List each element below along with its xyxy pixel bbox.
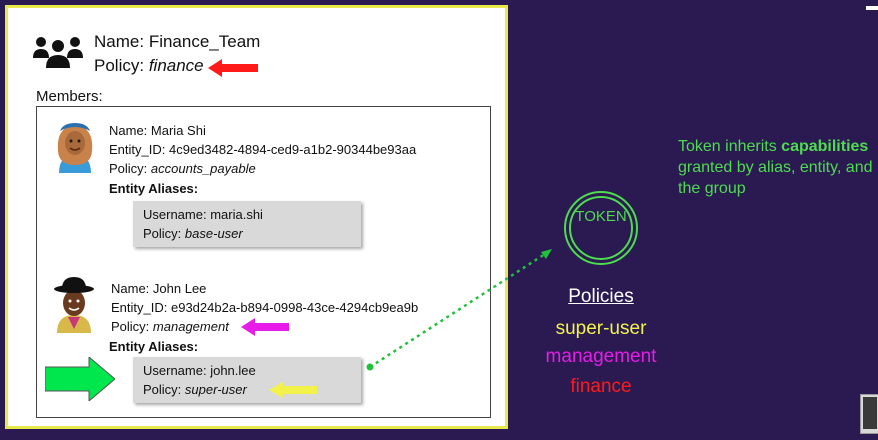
member-name: Name: John Lee	[111, 281, 207, 296]
token-circle-outer	[564, 191, 638, 265]
connector-arrowhead	[541, 249, 552, 259]
group-policy-value: finance	[148, 56, 204, 75]
alias-policy: Policy: super-user	[143, 382, 247, 397]
group-policy: Policy: finance	[94, 56, 204, 75]
inheritance-note: Token inherits capabilities granted by a…	[678, 138, 873, 197]
member-entity-id: Entity_ID: e93d24b2a-b894-0998-43ce-4294…	[111, 300, 419, 315]
corner-mark	[866, 6, 878, 10]
policy-super-user: super-user	[555, 318, 647, 339]
avatar-man-hat	[54, 277, 94, 333]
group-name: Name: Finance_Team	[94, 32, 261, 51]
alias-box: Username: john.lee Policy: super-user	[133, 357, 361, 403]
alias-username: Username: maria.shi	[143, 207, 263, 222]
member-policy: Policy: accounts_payable	[109, 161, 256, 176]
alias-policy: Policy: base-user	[143, 226, 243, 241]
group-card: Name: Finance_Team Policy: finance Membe…	[5, 5, 508, 429]
presenter-thumbnail	[860, 394, 878, 434]
member-info: Name: Maria Shi Entity_ID: 4c9ed3482-489…	[109, 121, 416, 178]
policy-finance: finance	[570, 376, 632, 397]
token-label: TOKEN	[575, 208, 627, 225]
entity-aliases-label: Entity Aliases:	[109, 181, 199, 196]
members-box: Name: Maria Shi Entity_ID: 4c9ed3482-489…	[36, 106, 491, 418]
members-label: Members:	[36, 88, 103, 105]
alias-box: Username: maria.shi Policy: base-user	[133, 201, 361, 247]
token-circle-inner	[569, 196, 633, 260]
people-group-icon	[33, 37, 83, 68]
member-name: Name: Maria Shi	[109, 123, 206, 138]
green-arrow-icon	[45, 357, 115, 401]
magenta-arrow-icon	[241, 318, 289, 336]
yellow-arrow-icon	[269, 382, 317, 398]
entity-aliases-label: Entity Aliases:	[109, 339, 199, 354]
alias-username: Username: john.lee	[143, 363, 256, 378]
red-arrow-icon	[208, 59, 258, 77]
member-entity-id: Entity_ID: 4c9ed3482-4894-ced9-a1b2-9034…	[109, 142, 417, 157]
policy-management: management	[545, 346, 657, 367]
policies-heading: Policies	[568, 286, 634, 307]
avatar-woman-hijab	[57, 123, 93, 173]
